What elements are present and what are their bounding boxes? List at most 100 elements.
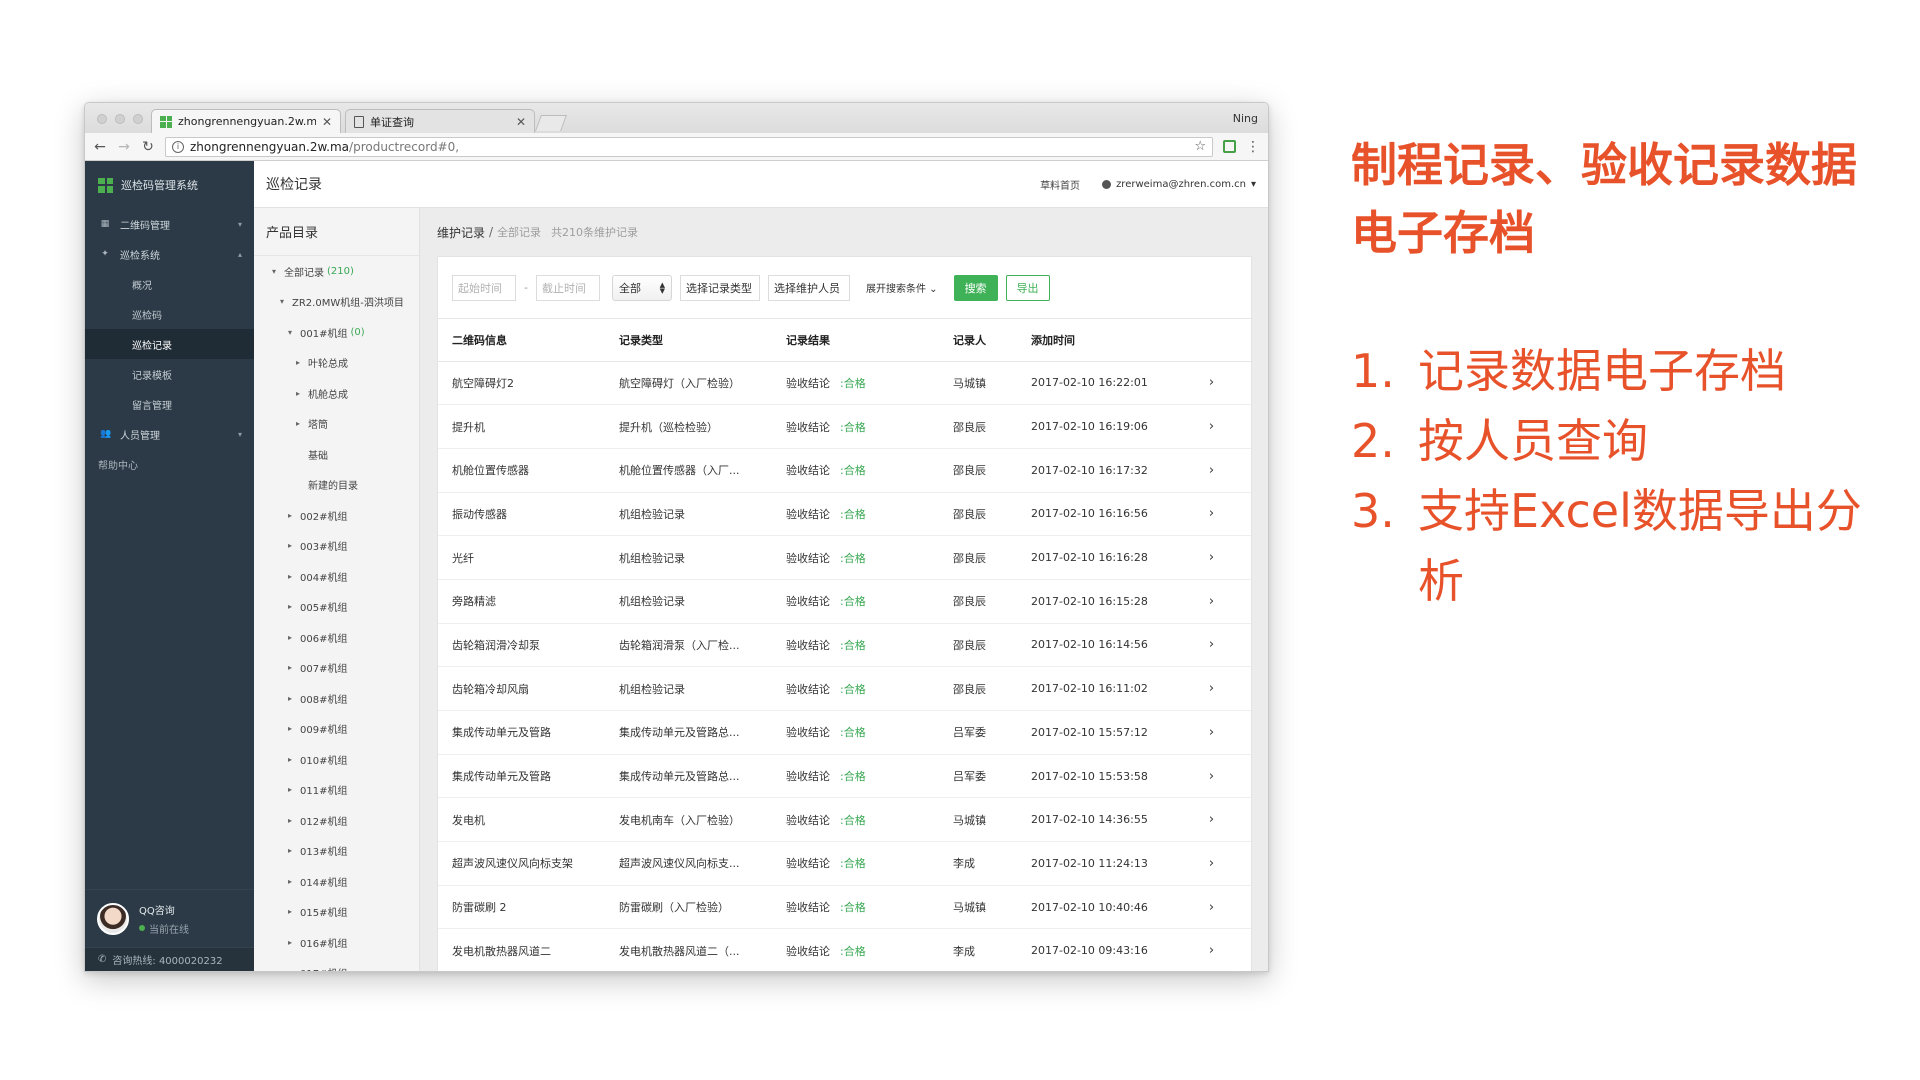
tree-item[interactable]: ▸ 008#机组 <box>254 683 419 714</box>
tree-item[interactable]: ▸ 007#机组 <box>254 653 419 684</box>
export-button[interactable]: 导出 <box>1005 274 1050 301</box>
chevron-right-icon[interactable]: › <box>1172 885 1251 930</box>
tree-item[interactable]: ▸ 009#机组 <box>254 714 419 745</box>
chevron-right-icon[interactable]: › <box>1172 666 1251 711</box>
search-button[interactable]: 搜索 <box>953 274 998 301</box>
browser-menu-icon[interactable]: ⋮ <box>1246 139 1260 155</box>
chevron-right-icon[interactable]: › <box>1172 535 1251 580</box>
table-row[interactable]: 发电机散热器风道二 发电机散热器风道二（... 验收结论:合格 李成 2017-02-1… <box>438 928 1251 971</box>
tree-item[interactable]: ▸ 014#机组 <box>254 866 419 897</box>
column-header[interactable]: 二维码信息 <box>438 319 605 362</box>
tree-item[interactable]: ▸ 012#机组 <box>254 805 419 836</box>
back-icon[interactable]: ← <box>93 139 107 155</box>
caret-right-icon[interactable]: ▸ <box>284 785 296 794</box>
chevron-right-icon[interactable]: › <box>1172 404 1251 449</box>
table-row[interactable]: 集成传动单元及管路 集成传动单元及管路总... 验收结论:合格 吕军委 2017-02-… <box>438 710 1251 755</box>
forward-icon[interactable]: → <box>117 139 131 155</box>
caret-right-icon[interactable]: ▸ <box>284 633 296 642</box>
caret-right-icon[interactable]: ▸ <box>284 572 296 581</box>
sidebar-item-record-template[interactable]: 记录模板 <box>85 359 254 389</box>
minimize-window-icon[interactable] <box>115 114 125 124</box>
profile-name[interactable]: Ning <box>1233 112 1258 125</box>
caret-right-icon[interactable]: ▸ <box>284 694 296 703</box>
tree-item[interactable]: ▸ 002#机组 <box>254 500 419 531</box>
sidebar-item-inspection-record[interactable]: 巡检记录 <box>85 329 254 359</box>
caret-right-icon[interactable]: ▸ <box>284 602 296 611</box>
tab-document-query[interactable]: 单证查询 ✕ <box>345 109 535 133</box>
table-row[interactable]: 机舱位置传感器 机舱位置传感器（入厂... 验收结论:合格 邵良辰 2017-02-10… <box>438 448 1251 493</box>
tree-item[interactable]: ▸ 005#机组 <box>254 592 419 623</box>
chevron-right-icon[interactable]: › <box>1172 361 1251 406</box>
chevron-right-icon[interactable]: › <box>1172 579 1251 624</box>
caret-down-icon[interactable]: ▾ <box>276 297 288 306</box>
caret-right-icon[interactable]: ▸ <box>292 358 304 367</box>
caret-right-icon[interactable]: ▸ <box>292 389 304 398</box>
table-row[interactable]: 齿轮箱润滑冷却泵 齿轮箱润滑泵（入厂检... 验收结论:合格 邵良辰 2017-02-1… <box>438 623 1251 668</box>
tree-item[interactable]: ▸ 017#机组 <box>254 958 419 971</box>
sidebar-item-help[interactable]: 帮助中心 <box>85 449 254 479</box>
table-row[interactable]: 防雷碳刷 2 防雷碳刷（入厂检验） 验收结论:合格 马城镇 2017-02-10 10:… <box>438 885 1251 930</box>
chevron-right-icon[interactable]: › <box>1172 492 1251 537</box>
table-row[interactable]: 齿轮箱冷却风扇 机组检验记录 验收结论:合格 邵良辰 2017-02-10 16:11:… <box>438 666 1251 711</box>
close-window-icon[interactable] <box>97 114 107 124</box>
chevron-right-icon[interactable]: › <box>1172 448 1251 493</box>
caret-right-icon[interactable]: ▸ <box>292 419 304 428</box>
close-tab-icon[interactable]: ✕ <box>322 115 332 129</box>
table-row[interactable]: 振动传感器 机组检验记录 验收结论:合格 邵良辰 2017-02-10 16:16:56… <box>438 492 1251 537</box>
tree-item[interactable]: ▸ 010#机组 <box>254 744 419 775</box>
site-info-icon[interactable]: i <box>172 140 184 153</box>
qq-consult[interactable]: QQ咨询 当前在线 <box>85 889 254 947</box>
table-row[interactable]: 提升机 提升机（巡检检验） 验收结论:合格 邵良辰 2017-02-10 16:19:0… <box>438 404 1251 449</box>
sidebar-item-overview[interactable]: 概况 <box>85 269 254 299</box>
tree-item[interactable]: ▸ 016#机组 <box>254 927 419 958</box>
sidebar-group-personnel[interactable]: 👥 人员管理 ▾ <box>85 419 254 449</box>
caret-right-icon[interactable]: ▸ <box>284 663 296 672</box>
chevron-right-icon[interactable]: › <box>1172 928 1251 971</box>
url-text[interactable]: zhongrennengyuan.2w.ma/productrecord#0, <box>190 140 1188 154</box>
zoom-window-icon[interactable] <box>133 114 143 124</box>
breadcrumb-root[interactable]: 维护记录 <box>437 224 485 241</box>
caret-right-icon[interactable]: ▸ <box>284 846 296 855</box>
chevron-right-icon[interactable]: › <box>1172 754 1251 799</box>
table-row[interactable]: 集成传动单元及管路 集成传动单元及管路总... 验收结论:合格 吕军委 2017-02-… <box>438 754 1251 799</box>
caret-right-icon[interactable]: ▸ <box>284 724 296 733</box>
tree-item[interactable]: ▾ 001#机组 (0) <box>254 317 419 348</box>
caret-right-icon[interactable]: ▸ <box>284 816 296 825</box>
new-tab-button[interactable] <box>535 115 567 131</box>
tree-item[interactable]: ▸ 003#机组 <box>254 531 419 562</box>
caret-right-icon[interactable]: ▸ <box>284 907 296 916</box>
table-row[interactable]: 航空障碍灯2 航空障碍灯（入厂检验） 验收结论:合格 马城镇 2017-02-10 16… <box>438 361 1251 406</box>
table-row[interactable]: 发电机 发电机南车（入厂检验） 验收结论:合格 马城镇 2017-02-10 14:36… <box>438 797 1251 843</box>
tree-item[interactable]: ▾ 全部记录 (210) <box>254 256 419 287</box>
sidebar-item-inspection-code[interactable]: 巡检码 <box>85 299 254 329</box>
person-select[interactable]: 选择维护人员 <box>767 274 850 301</box>
table-row[interactable]: 超声波风速仪风向标支架 超声波风速仪风向标支... 验收结论:合格 李成 2017-02… <box>438 841 1251 886</box>
tree-item[interactable]: ▸ 叶轮总成 <box>254 348 419 379</box>
user-menu[interactable]: zrerweima@zhren.com.cn ▾ <box>1102 179 1256 190</box>
column-header[interactable]: 记录类型 <box>605 319 772 362</box>
column-header[interactable]: 添加时间 <box>1017 319 1172 362</box>
chevron-right-icon[interactable]: › <box>1172 710 1251 755</box>
caret-down-icon[interactable]: ▾ <box>268 267 280 276</box>
end-time-input[interactable]: 截止时间 <box>535 274 600 301</box>
chevron-right-icon[interactable]: › <box>1172 841 1251 886</box>
column-header[interactable]: 记录人 <box>939 319 1017 362</box>
tree-item[interactable]: ▸ 塔筒 <box>254 409 419 440</box>
record-type-select[interactable]: 选择记录类型 <box>679 274 760 301</box>
extension-icon[interactable] <box>1223 140 1236 153</box>
tree-item[interactable]: ▸ 006#机组 <box>254 622 419 653</box>
start-time-input[interactable]: 起始时间 <box>452 274 516 301</box>
expand-search-toggle[interactable]: 展开搜索条件 ⌄ <box>866 280 938 295</box>
home-link[interactable]: 草料首页 <box>1040 177 1080 192</box>
tree-item[interactable]: ▸ 机舱总成 <box>254 378 419 409</box>
caret-right-icon[interactable]: ▸ <box>284 968 296 971</box>
caret-right-icon[interactable]: ▸ <box>284 541 296 550</box>
sidebar-group-qrcode[interactable]: ▦ 二维码管理 ▾ <box>85 209 254 239</box>
chevron-right-icon[interactable]: › <box>1172 797 1251 843</box>
sidebar-item-message[interactable]: 留言管理 <box>85 389 254 419</box>
window-controls[interactable] <box>97 114 143 124</box>
table-row[interactable]: 旁路精滤 机组检验记录 验收结论:合格 邵良辰 2017-02-10 16:15:28 › <box>438 579 1251 624</box>
column-header[interactable]: 记录结果 <box>772 319 939 362</box>
tree-item[interactable]: ▾ ZR2.0MW机组-泗洪项目 <box>254 287 419 318</box>
sidebar-group-inspection[interactable]: ✦ 巡检系统 ▴ <box>85 239 254 269</box>
